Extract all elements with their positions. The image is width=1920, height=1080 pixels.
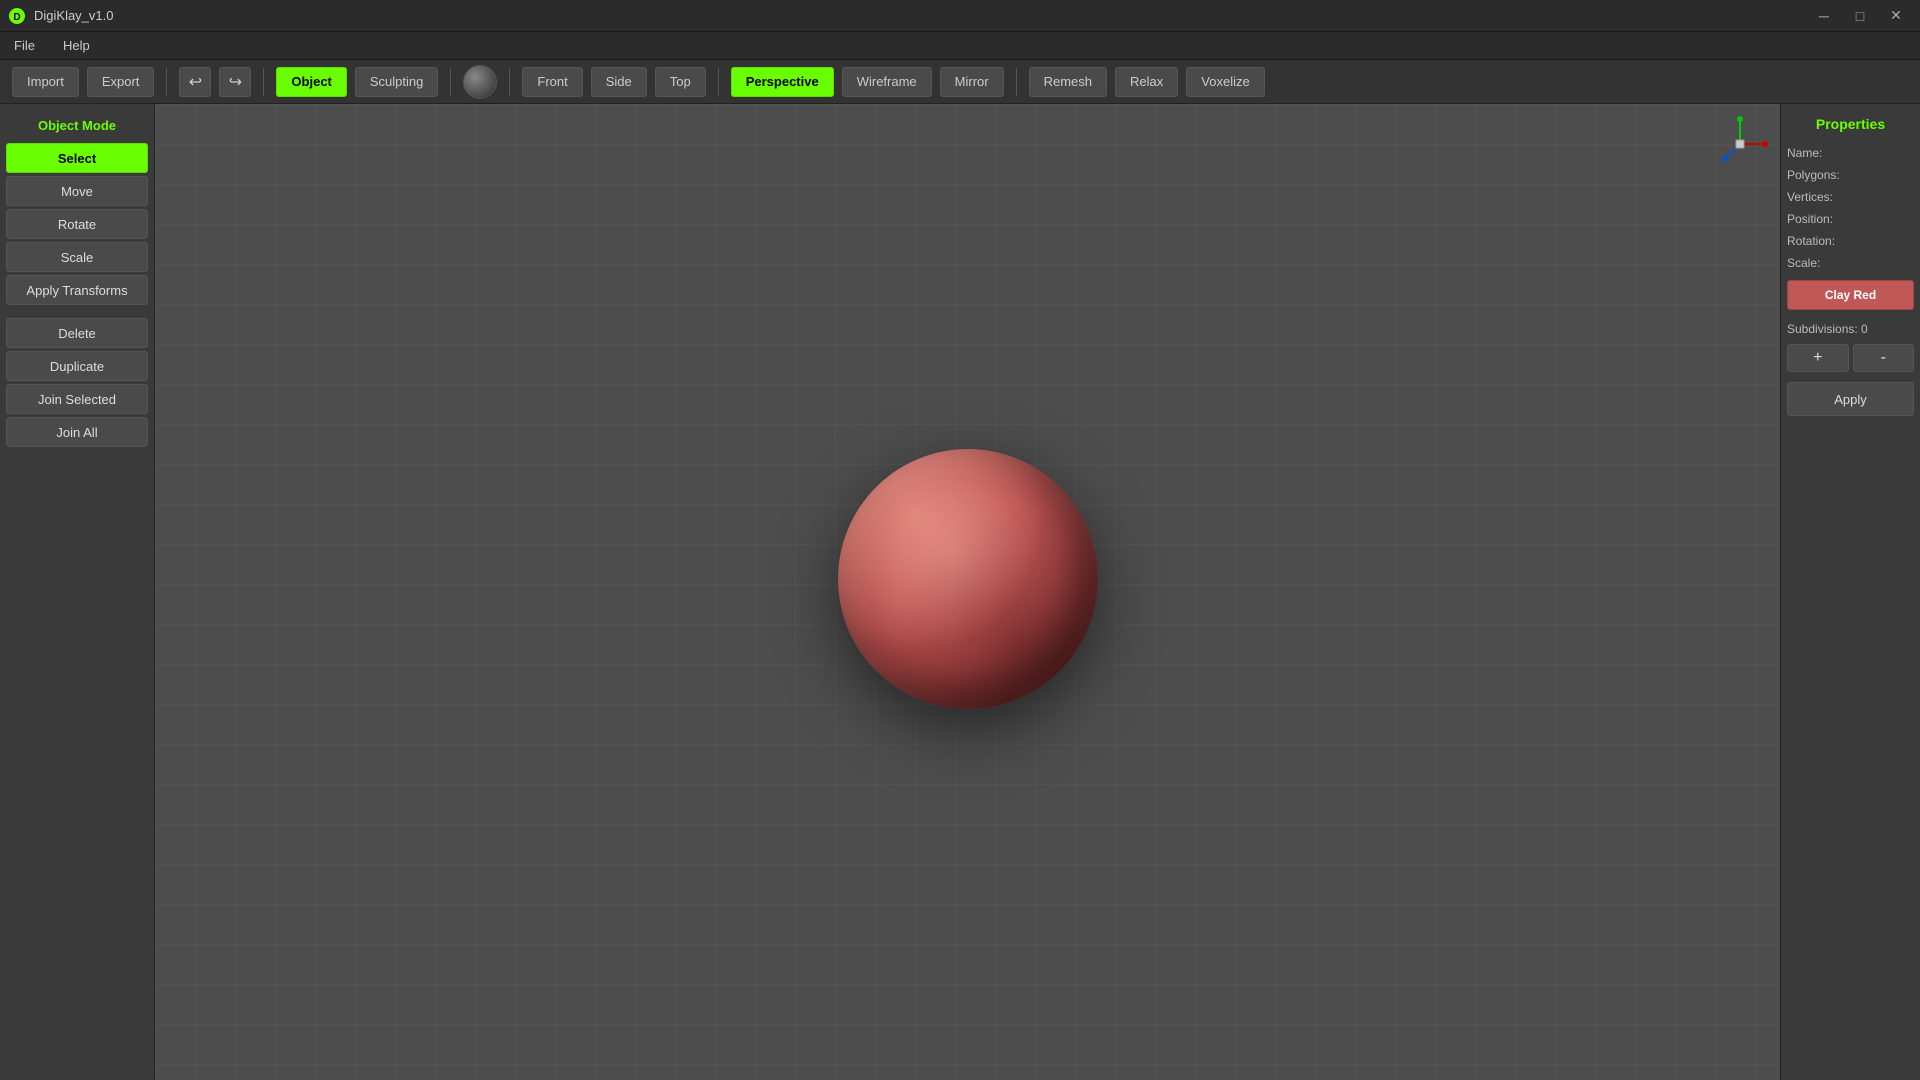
join-selected-button[interactable]: Join Selected [6, 384, 148, 414]
viewport[interactable] [155, 104, 1780, 1080]
voxelize-button[interactable]: Voxelize [1186, 67, 1264, 97]
subdivisions-label: Subdivisions: 0 [1787, 318, 1914, 338]
undo-button[interactable]: ↩ [179, 67, 211, 97]
remesh-button[interactable]: Remesh [1029, 67, 1107, 97]
vertices-property: Vertices: [1787, 188, 1914, 206]
apply-transforms-button[interactable]: Apply Transforms [6, 275, 148, 305]
duplicate-button[interactable]: Duplicate [6, 351, 148, 381]
object-mode-button[interactable]: Object [276, 67, 346, 97]
rotation-property: Rotation: [1787, 232, 1914, 250]
rotate-button[interactable]: Rotate [6, 209, 148, 239]
menu-help[interactable]: Help [57, 36, 96, 55]
right-panel: Properties Name: Polygons: Vertices: Pos… [1780, 104, 1920, 1080]
clay-sphere-mesh[interactable] [838, 449, 1098, 709]
window-controls: ─ □ ✕ [1808, 5, 1912, 27]
app-title: DigiKlay_v1.0 [34, 8, 114, 23]
subdivision-controls: + - [1787, 344, 1914, 372]
toolbar-separator-5 [718, 68, 719, 96]
join-all-button[interactable]: Join All [6, 417, 148, 447]
main-layout: Object Mode Select Move Rotate Scale App… [0, 104, 1920, 1080]
import-button[interactable]: Import [12, 67, 79, 97]
toolbar: Import Export ↩ ↪ Object Sculpting Front… [0, 60, 1920, 104]
menubar: File Help [0, 32, 1920, 60]
add-subdivision-button[interactable]: + [1787, 344, 1849, 372]
viewport-background [155, 104, 1780, 1080]
export-button[interactable]: Export [87, 67, 155, 97]
view-front-button[interactable]: Front [522, 67, 582, 97]
delete-button[interactable]: Delete [6, 318, 148, 348]
scale-button[interactable]: Scale [6, 242, 148, 272]
select-button[interactable]: Select [6, 143, 148, 173]
toolbar-separator-6 [1016, 68, 1017, 96]
toolbar-separator-3 [450, 68, 451, 96]
toolbar-separator [166, 68, 167, 96]
view-perspective-button[interactable]: Perspective [731, 67, 834, 97]
left-divider [6, 308, 148, 318]
close-button[interactable]: ✕ [1880, 5, 1912, 27]
toolbar-separator-4 [509, 68, 510, 96]
menu-file[interactable]: File [8, 36, 41, 55]
titlebar-left: D DigiKlay_v1.0 [8, 7, 114, 25]
svg-text:D: D [13, 12, 20, 23]
remove-subdivision-button[interactable]: - [1853, 344, 1915, 372]
move-button[interactable]: Move [6, 176, 148, 206]
polygons-property: Polygons: [1787, 166, 1914, 184]
view-gizmo[interactable] [1710, 114, 1770, 174]
maximize-button[interactable]: □ [1844, 5, 1876, 27]
scale-property: Scale: [1787, 254, 1914, 272]
left-panel: Object Mode Select Move Rotate Scale App… [0, 104, 155, 1080]
apply-button[interactable]: Apply [1787, 382, 1914, 416]
toolbar-separator-2 [263, 68, 264, 96]
redo-button[interactable]: ↪ [219, 67, 251, 97]
view-wireframe-button[interactable]: Wireframe [842, 67, 932, 97]
properties-title: Properties [1787, 112, 1914, 140]
titlebar: D DigiKlay_v1.0 ─ □ ✕ [0, 0, 1920, 32]
position-property: Position: [1787, 210, 1914, 228]
app-icon: D [8, 7, 26, 25]
material-button[interactable]: Clay Red [1787, 280, 1914, 310]
relax-button[interactable]: Relax [1115, 67, 1178, 97]
material-preview-sphere[interactable] [463, 65, 497, 99]
sculpting-mode-button[interactable]: Sculpting [355, 67, 438, 97]
name-property: Name: [1787, 144, 1914, 162]
view-side-button[interactable]: Side [591, 67, 647, 97]
minimize-button[interactable]: ─ [1808, 5, 1840, 27]
object-mode-label: Object Mode [6, 112, 148, 143]
view-top-button[interactable]: Top [655, 67, 706, 97]
view-mirror-button[interactable]: Mirror [940, 67, 1004, 97]
